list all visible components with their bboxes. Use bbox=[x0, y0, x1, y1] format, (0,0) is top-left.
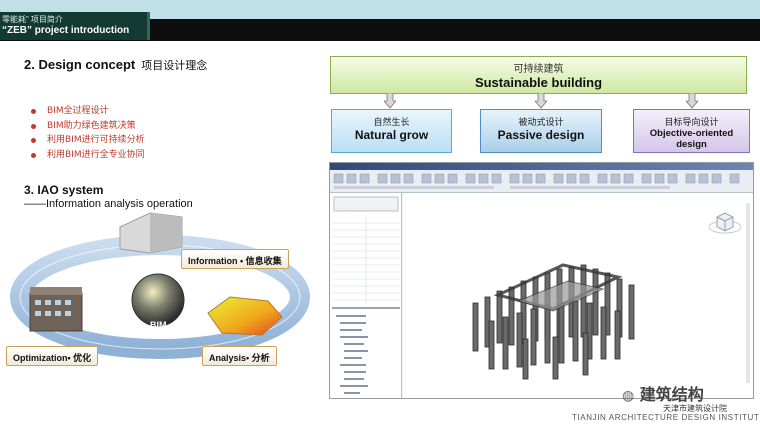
software-ribbon bbox=[330, 170, 753, 193]
passive-design-box: 被动式设计 Passive design bbox=[480, 109, 602, 153]
properties-panel bbox=[330, 193, 402, 398]
iao-diagram: BIM VISUALIZATION Information • 信息收集 Ana… bbox=[0, 205, 330, 375]
software-titlebar bbox=[330, 163, 753, 170]
list-item: 利用BIM进行可持续分析 bbox=[31, 133, 145, 148]
bullet-dot-icon bbox=[31, 109, 36, 114]
bim-software-screenshot bbox=[329, 162, 754, 399]
list-item: BIM全过程设计 bbox=[31, 104, 145, 119]
sustainable-building-box: 可持续建筑 Sustainable building bbox=[330, 56, 747, 94]
iao-heading: 3. IAO system bbox=[24, 183, 104, 197]
down-arrow-icon bbox=[384, 93, 396, 109]
bullet-text: BIM全过程设计 bbox=[47, 106, 109, 116]
visualization-ring-label: VISUALIZATION bbox=[133, 260, 183, 266]
sustainable-building-en: Sustainable building bbox=[474, 75, 603, 90]
bullet-dot-icon bbox=[31, 152, 36, 158]
bullet-text: 利用BIM进行可持续分析 bbox=[47, 135, 145, 145]
down-arrow-icon bbox=[686, 93, 698, 109]
natural-grow-box: 自然生长 Natural grow bbox=[331, 109, 452, 153]
analysis-label: Analysis• 分析 bbox=[202, 346, 277, 366]
objective-oriented-en: Objective-oriented design bbox=[649, 128, 734, 150]
list-item: BIM助力绿色建筑决策 bbox=[31, 119, 145, 134]
optimization-label: Optimization• 优化 bbox=[6, 346, 99, 366]
objective-oriented-cn: 目标导向设计 bbox=[664, 118, 719, 128]
wechat-icon: ◍ bbox=[622, 388, 635, 404]
sustainable-building-cn: 可持续建筑 bbox=[513, 64, 564, 75]
bullet-dot-icon bbox=[31, 138, 36, 143]
down-arrow-icon bbox=[535, 93, 547, 109]
bim-sphere-graphic bbox=[131, 273, 185, 327]
bullet-text: 利用BIM进行全专业协同 bbox=[47, 149, 145, 160]
natural-grow-en: Natural grow bbox=[354, 128, 429, 142]
banner-subtitle: 零能耗” 项目简介 bbox=[2, 15, 63, 24]
bullet-dot-icon bbox=[31, 123, 36, 129]
design-concept-list: BIM全过程设计 BIM助力绿色建筑决策 利用BIM进行可持续分析 利用BIM进… bbox=[31, 104, 145, 162]
design-concept-heading: 2. Design concept 项目设计理念 bbox=[24, 57, 207, 73]
institute-name-en: TIANJIN ARCHITECTURE DESIGN INSTITUTE bbox=[572, 413, 760, 422]
list-item: 利用BIM进行全专业协同 bbox=[31, 148, 145, 163]
watermark-brand: ◍ 建筑结构 bbox=[622, 381, 704, 405]
passive-design-cn: 被动式设计 bbox=[518, 118, 564, 128]
design-concept-heading-en: 2. Design concept bbox=[24, 57, 136, 72]
concept-diagram: 可持续建筑 Sustainable building 自然生长 Natural … bbox=[327, 55, 757, 400]
view-cube-icon bbox=[708, 212, 742, 234]
bullet-text: BIM助力绿色建筑决策 bbox=[47, 120, 136, 131]
banner-title: “ZEB” project introduction bbox=[2, 25, 130, 36]
design-concept-heading-cn: 项目设计理念 bbox=[141, 59, 208, 72]
passive-design-en: Passive design bbox=[497, 128, 585, 142]
natural-grow-cn: 自然生长 bbox=[373, 118, 410, 128]
objective-oriented-box: 目标导向设计 Objective-oriented design bbox=[633, 109, 750, 153]
information-label: Information • 信息收集 bbox=[181, 249, 289, 269]
3d-model-viewport bbox=[403, 193, 753, 398]
bim-center-label: BIM bbox=[150, 320, 167, 330]
watermark-brand-text: 建筑结构 bbox=[639, 385, 704, 404]
structural-model-graphic bbox=[472, 203, 750, 383]
